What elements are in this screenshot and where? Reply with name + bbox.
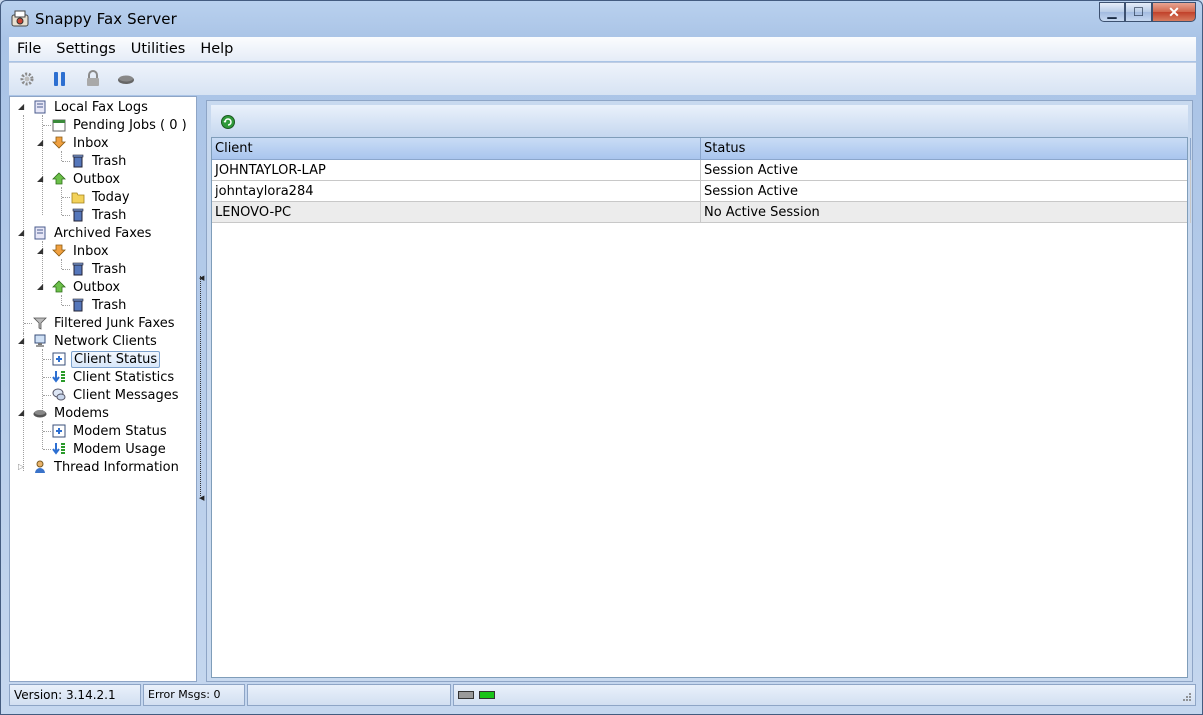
- archive-icon: [32, 225, 48, 241]
- cell-client: LENOVO-PC: [212, 202, 701, 223]
- lock-icon[interactable]: [84, 70, 102, 88]
- app-window: Snappy Fax Server ▁ ☐ ✕ File Settings Ut…: [0, 0, 1203, 715]
- collapsed-toggle-icon[interactable]: ▷: [18, 462, 24, 471]
- pane-splitter[interactable]: ◀ ◀: [197, 96, 206, 682]
- expand-toggle-icon[interactable]: ◢: [37, 246, 43, 255]
- cell-client: johntaylora284: [212, 181, 701, 202]
- trash-icon: [70, 207, 86, 223]
- thread-user-icon: [32, 459, 48, 475]
- panel-toolbar: [211, 105, 1188, 137]
- tree-item-today[interactable]: Today: [70, 188, 132, 206]
- usage-icon: [51, 441, 67, 457]
- menu-settings[interactable]: Settings: [48, 41, 122, 57]
- tree-item-archived-outbox[interactable]: Outbox: [51, 278, 122, 296]
- expand-toggle-icon[interactable]: ◢: [37, 138, 43, 147]
- tree-item-outbox-trash[interactable]: Trash: [70, 206, 128, 224]
- minimize-icon: ▁: [1107, 5, 1117, 19]
- tree-item-archived-outbox-trash[interactable]: Trash: [70, 296, 128, 314]
- tree-item-inbox[interactable]: Inbox: [51, 134, 111, 152]
- trash-icon: [70, 261, 86, 277]
- tree-item-archived-inbox-trash[interactable]: Trash: [70, 260, 128, 278]
- tree-item-modem-status[interactable]: Modem Status: [51, 422, 169, 440]
- idle-modem-led-icon: [458, 691, 474, 699]
- resize-grip-icon[interactable]: [1182, 692, 1192, 702]
- navigation-tree: ◢ Local Fax Logs Pending Jobs ( 0 ) ◢ In…: [9, 96, 197, 682]
- expand-toggle-icon[interactable]: ◢: [37, 282, 43, 291]
- client-status-icon: [51, 351, 67, 367]
- expand-toggle-icon[interactable]: ◢: [18, 336, 24, 345]
- tree-item-archived-faxes[interactable]: Archived Faxes: [32, 224, 153, 242]
- tree-item-pending-jobs[interactable]: Pending Jobs ( 0 ): [51, 116, 189, 134]
- log-book-icon: [32, 99, 48, 115]
- gear-icon[interactable]: [18, 70, 36, 88]
- tree-item-modems[interactable]: Modems: [32, 404, 111, 422]
- close-icon: ✕: [1168, 3, 1180, 20]
- computer-icon: [32, 333, 48, 349]
- expand-toggle-icon[interactable]: ◢: [18, 102, 24, 111]
- refresh-icon[interactable]: [220, 114, 236, 130]
- status-message-panel: [247, 684, 451, 706]
- pause-icon[interactable]: [51, 70, 69, 88]
- modem-icon[interactable]: [117, 70, 135, 88]
- menu-bar: File Settings Utilities Help: [9, 37, 1196, 61]
- table-row[interactable]: LENOVO-PC No Active Session: [212, 202, 1191, 223]
- title-bar[interactable]: Snappy Fax Server ▁ ☐ ✕: [1, 1, 1202, 35]
- tree-item-thread-information[interactable]: Thread Information: [32, 458, 181, 476]
- modem-status-icon: [51, 423, 67, 439]
- folder-icon: [70, 189, 86, 205]
- menu-file[interactable]: File: [9, 41, 48, 57]
- maximize-icon: ☐: [1133, 5, 1144, 19]
- inbox-icon: [51, 135, 67, 151]
- column-header-status[interactable]: Status: [701, 138, 1191, 160]
- messages-icon: [51, 387, 67, 403]
- modem-indicator-panel: [453, 684, 1196, 706]
- app-logo-icon: [11, 10, 29, 27]
- tree-item-client-status[interactable]: Client Status: [51, 350, 161, 368]
- maximize-button[interactable]: ☐: [1125, 2, 1152, 22]
- menu-utilities[interactable]: Utilities: [123, 41, 193, 57]
- expand-toggle-icon[interactable]: ◢: [18, 228, 24, 237]
- table-row[interactable]: JOHNTAYLOR-LAP Session Active: [212, 160, 1191, 181]
- table-header: Client Status: [212, 138, 1191, 160]
- table-row[interactable]: johntaylora284 Session Active: [212, 181, 1191, 202]
- tree-item-client-messages[interactable]: Client Messages: [51, 386, 181, 404]
- version-label: Version: 3.14.2.1: [9, 684, 141, 706]
- calendar-icon: [51, 117, 67, 133]
- collapse-left-icon[interactable]: ◀: [199, 494, 204, 502]
- close-button[interactable]: ✕: [1152, 2, 1196, 22]
- tree-item-network-clients[interactable]: Network Clients: [32, 332, 159, 350]
- trash-icon: [70, 297, 86, 313]
- tree-item-filtered-junk[interactable]: Filtered Junk Faxes: [32, 314, 177, 332]
- cell-status: No Active Session: [701, 202, 1191, 223]
- status-bar: Version: 3.14.2.1 Error Msgs: 0: [9, 684, 1196, 708]
- inbox-icon: [51, 243, 67, 259]
- main-toolbar: [9, 62, 1196, 95]
- column-header-client[interactable]: Client: [212, 138, 701, 160]
- client-status-table: Client Status JOHNTAYLOR-LAP Session Act…: [211, 137, 1191, 678]
- client-status-panel: Client Status JOHNTAYLOR-LAP Session Act…: [206, 100, 1193, 682]
- outbox-icon: [51, 279, 67, 295]
- trash-icon: [70, 153, 86, 169]
- error-count-label: Error Msgs: 0: [143, 684, 245, 706]
- cell-client: JOHNTAYLOR-LAP: [212, 160, 701, 181]
- active-modem-led-icon: [479, 691, 495, 699]
- expand-toggle-icon[interactable]: ◢: [18, 408, 24, 417]
- cell-status: Session Active: [701, 160, 1191, 181]
- tree-item-outbox[interactable]: Outbox: [51, 170, 122, 188]
- filter-funnel-icon: [32, 315, 48, 331]
- tree-item-modem-usage[interactable]: Modem Usage: [51, 440, 168, 458]
- minimize-button[interactable]: ▁: [1099, 2, 1125, 22]
- outbox-icon: [51, 171, 67, 187]
- tree-item-archived-inbox[interactable]: Inbox: [51, 242, 111, 260]
- statistics-icon: [51, 369, 67, 385]
- tree-item-client-statistics[interactable]: Client Statistics: [51, 368, 176, 386]
- cell-status: Session Active: [701, 181, 1191, 202]
- window-title: Snappy Fax Server: [35, 10, 177, 28]
- tree-item-inbox-trash[interactable]: Trash: [70, 152, 128, 170]
- expand-toggle-icon[interactable]: ◢: [37, 174, 43, 183]
- tree-item-local-fax-logs[interactable]: Local Fax Logs: [32, 98, 150, 116]
- menu-help[interactable]: Help: [192, 41, 240, 57]
- modem-icon: [32, 405, 48, 421]
